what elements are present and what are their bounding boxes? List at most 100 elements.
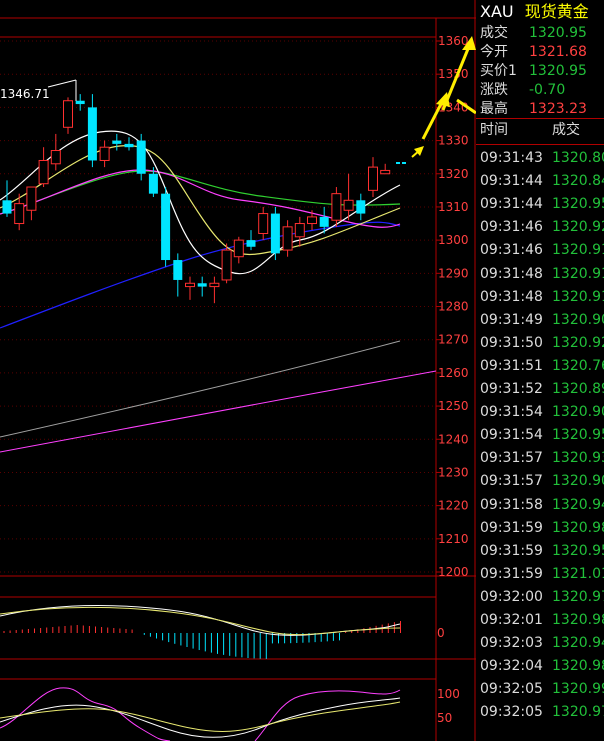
trades-header-price: 成交 xyxy=(552,122,580,138)
trade-time: 09:31:58 xyxy=(480,496,543,513)
trade-time: 09:31:59 xyxy=(480,542,543,559)
trade-time: 09:31:46 xyxy=(480,242,543,259)
quote-label: 最高 xyxy=(480,101,508,117)
trade-price: 1320.91 xyxy=(552,242,604,259)
peak-label-leader xyxy=(47,79,77,88)
trade-row: 09:31:49 1320.90 xyxy=(476,309,604,331)
trade-row: 09:31:57 1320.93 xyxy=(476,447,604,469)
ma-blue-line xyxy=(0,221,401,329)
trade-price: 1320.91 xyxy=(552,288,604,305)
price-axis-label: 1350 xyxy=(438,67,469,81)
trade-price: 1320.98 xyxy=(552,658,604,675)
trade-time: 09:32:04 xyxy=(480,658,543,675)
candle-body xyxy=(209,282,220,288)
trade-time: 09:31:48 xyxy=(480,288,543,305)
candle-body xyxy=(319,216,329,227)
trade-row: 09:31:51 1320.76 xyxy=(476,355,604,377)
trade-time: 09:31:59 xyxy=(480,519,543,536)
trade-price: 1320.84 xyxy=(552,173,604,190)
trade-time: 09:31:57 xyxy=(480,450,543,467)
trade-price: 1320.90 xyxy=(552,404,604,421)
price-axis-label: 1310 xyxy=(438,200,469,214)
candle-body xyxy=(63,100,73,128)
price-axis-label: 1230 xyxy=(438,465,469,479)
candle-body xyxy=(75,100,85,105)
trade-row: 09:31:58 1320.94 xyxy=(476,494,604,516)
candle-body xyxy=(307,216,317,225)
candle-body xyxy=(258,213,269,234)
price-axis-label: 1220 xyxy=(438,499,469,513)
quote-value: -0.70 xyxy=(529,82,566,98)
candle xyxy=(185,276,195,300)
candle-body xyxy=(294,223,305,238)
candle-body xyxy=(87,107,97,161)
trade-time: 09:31:48 xyxy=(480,265,543,282)
candle-body xyxy=(331,193,342,221)
price-axis-label: 1250 xyxy=(438,399,469,413)
trade-row: 09:31:44 1320.95 xyxy=(476,193,604,215)
quote-label: 成交 xyxy=(480,25,508,41)
candle-body xyxy=(26,186,37,211)
candle-body xyxy=(173,260,183,280)
trade-price: 1320.95 xyxy=(552,542,604,559)
quote-panel: XAU 现货黄金 成交 1320.95 今开 1321.68 买价1 1320.95 涨跌 -… xyxy=(476,0,604,741)
kdj-axis-100: 100 xyxy=(437,687,460,701)
candle-body xyxy=(38,159,49,185)
trade-price: 1320.93 xyxy=(552,450,604,467)
quote-value: 1321.68 xyxy=(529,44,587,60)
trade-price: 1321.01 xyxy=(552,565,604,582)
candle-body xyxy=(148,173,158,194)
trade-time: 09:31:57 xyxy=(480,473,543,490)
macd-panel: 0 xyxy=(0,604,445,659)
quote-value: 1323.23 xyxy=(529,101,587,117)
quote-label: 买价1 xyxy=(480,63,517,79)
candle-body xyxy=(221,249,232,281)
trade-row: 09:32:00 1320.97 xyxy=(476,586,604,608)
candle xyxy=(173,253,183,297)
candle-body xyxy=(380,169,391,175)
trades-header-time: 时间 xyxy=(480,122,508,138)
candle-body xyxy=(161,193,171,261)
candle xyxy=(161,187,171,267)
trade-row: 09:32:01 1320.98 xyxy=(476,609,604,631)
quote-label: 涨跌 xyxy=(480,82,508,98)
kdj-axis-50: 50 xyxy=(437,711,452,725)
quote-label: 今开 xyxy=(480,44,508,60)
trade-time: 09:31:50 xyxy=(480,334,543,351)
candle xyxy=(50,133,61,171)
trade-time: 09:31:59 xyxy=(480,565,543,582)
ma-long-magenta-line xyxy=(0,370,437,453)
trade-time: 09:32:05 xyxy=(480,681,543,698)
trade-price: 1320.98 xyxy=(552,612,604,628)
candle xyxy=(294,216,305,247)
candle xyxy=(258,206,269,241)
price-axis-label: 1270 xyxy=(438,333,469,347)
candle-body xyxy=(50,150,61,165)
trade-row: 09:31:46 1320.91 xyxy=(476,239,604,261)
kdj-panel: 100 50 xyxy=(0,687,460,741)
candle xyxy=(246,230,256,251)
candle-body xyxy=(270,213,280,254)
macd-zero-label: 0 xyxy=(437,626,445,640)
candle-body xyxy=(343,199,354,211)
price-axis-label: 1280 xyxy=(438,300,469,314)
kline-chart[interactable]: 1360135013401330132013101300129012801270… xyxy=(0,0,476,741)
candle-body xyxy=(2,200,12,214)
trade-row: 09:32:04 1320.98 xyxy=(476,655,604,677)
price-axis-label: 1240 xyxy=(438,432,469,446)
trade-row: 09:31:59 1320.95 xyxy=(476,540,604,562)
trade-price: 1320.92 xyxy=(552,219,604,236)
candle xyxy=(307,210,317,231)
candle xyxy=(63,97,73,134)
candle xyxy=(26,186,37,221)
candle-body xyxy=(356,200,366,214)
price-axis-label: 1360 xyxy=(438,34,469,48)
trade-time: 09:31:44 xyxy=(480,196,543,213)
trade-row: 09:31:44 1320.84 xyxy=(476,170,604,192)
candle xyxy=(331,187,342,227)
candle-body xyxy=(136,140,146,174)
candle xyxy=(233,236,244,264)
price-axis-label: 1290 xyxy=(438,266,469,280)
trade-row: 09:31:48 1320.91 xyxy=(476,263,604,285)
trade-row: 09:31:50 1320.92 xyxy=(476,332,604,354)
